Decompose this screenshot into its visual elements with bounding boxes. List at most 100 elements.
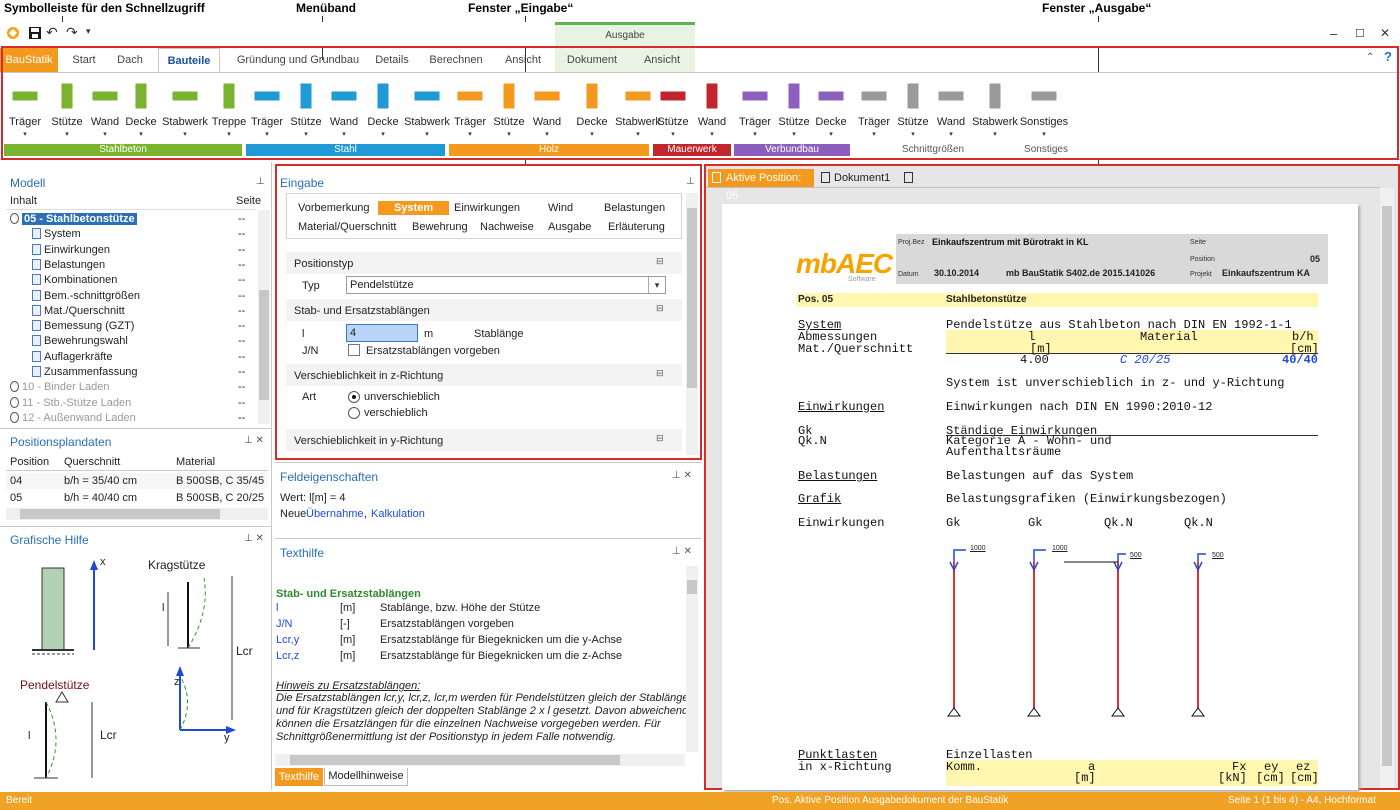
nav-einwirkungen[interactable]: Einwirkungen (454, 202, 520, 214)
chevron-down-icon: ▾ (425, 131, 429, 138)
hint-text: Die Ersatzstablängen lcr,y, lcr,z, lcr,m… (276, 692, 695, 704)
jn-checkbox[interactable] (348, 344, 360, 356)
ribbon-button-decke[interactable]: Decke ▾ (364, 78, 402, 138)
app-logo-icon[interactable] (6, 26, 20, 40)
tab-aktive-position[interactable]: Aktive Position: 05 (708, 169, 814, 202)
pin-icon[interactable]: ⊥ ✕ (244, 435, 264, 446)
tree-item[interactable]: Zusammenfassung (32, 365, 138, 380)
radio-unverschieblich[interactable] (348, 391, 360, 403)
new-document-icon[interactable] (904, 172, 913, 183)
collapse-ribbon-icon[interactable]: ⌃ (1366, 52, 1374, 63)
ribbon-button-stabwerk[interactable]: Stabwerk ▾ (160, 78, 210, 138)
ribbon-button-sonstiges[interactable]: Sonstiges ▾ (1018, 78, 1070, 138)
ribbon-button-träger[interactable]: Träger ▾ (734, 78, 776, 138)
chevron-down-icon: ▾ (342, 131, 346, 138)
tree-item[interactable]: 10 - Binder Laden (10, 380, 109, 395)
tab-baustatik[interactable]: BauStatik (0, 48, 58, 72)
ribbon-button-träger[interactable]: Träger ▾ (852, 78, 896, 138)
tree-item[interactable]: Bewehrungswahl (32, 334, 128, 349)
tree-item[interactable]: Einwirkungen (32, 243, 110, 258)
nav-ausgabe[interactable]: Ausgabe (548, 221, 591, 233)
ribbon-button-stütze[interactable]: Stütze ▾ (776, 78, 812, 138)
tree-item[interactable]: Bemessung (GZT) (32, 319, 134, 334)
close-button[interactable]: ✕ (1380, 26, 1390, 40)
tree-item[interactable]: Mat./Querschnitt (32, 304, 125, 319)
stütze-icon (53, 82, 81, 110)
texthilfe-scroll-thumb[interactable] (687, 580, 697, 594)
ribbon-button-decke[interactable]: Decke ▾ (567, 78, 617, 138)
pin-icon[interactable]: ⊥ ✕ (672, 470, 692, 481)
tree-item[interactable]: Auflagerkräfte (32, 350, 112, 365)
nav-wind[interactable]: Wind (548, 202, 573, 214)
nav-erläuterung[interactable]: Erläuterung (608, 221, 665, 233)
eingabe-scroll-thumb[interactable] (687, 208, 697, 388)
pin-icon[interactable]: ⊥ (686, 176, 695, 187)
ribbon-button-träger[interactable]: Träger ▾ (246, 78, 288, 138)
collapse-icon[interactable]: ⊟ (656, 433, 664, 444)
collapse-icon[interactable]: ⊟ (656, 368, 664, 379)
ribbon-button-stabwerk[interactable]: Stabwerk ▾ (972, 78, 1018, 138)
collapse-icon[interactable]: ⊟ (656, 303, 664, 314)
nav-nachweise[interactable]: Nachweise (480, 221, 534, 233)
nav-bewehrung[interactable]: Bewehrung (412, 221, 468, 233)
tab-gruendung[interactable]: Gründung und Grundbau (228, 48, 368, 72)
nav-vorbemerkung[interactable]: Vorbemerkung (298, 202, 370, 214)
ribbon-button-stütze[interactable]: Stütze ▾ (46, 78, 88, 138)
opt-unverschieblich: unverschieblich (364, 391, 440, 403)
tab-bauteile[interactable]: Bauteile (158, 48, 220, 72)
save-icon[interactable] (28, 26, 42, 40)
customize-quick-access-icon[interactable]: ▾ (86, 26, 91, 37)
redo-icon[interactable]: ↷ (66, 24, 78, 41)
ribbon-button-decke[interactable]: Decke ▾ (122, 78, 160, 138)
tree-item[interactable]: 05 - Stahlbetonstütze (10, 212, 137, 227)
ribbon-button-stütze[interactable]: Stütze ▾ (288, 78, 324, 138)
tree-item[interactable]: System (32, 227, 81, 242)
tab-ansicht[interactable]: Ansicht (498, 48, 548, 72)
nav-belastungen[interactable]: Belastungen (604, 202, 665, 214)
tab-modellhinweise[interactable]: Modellhinweise (324, 768, 408, 786)
ribbon-button-wand[interactable]: Wand ▾ (88, 78, 122, 138)
tab-dokument[interactable]: Dokument (560, 48, 624, 72)
ausgabe-scroll-thumb[interactable] (1382, 206, 1392, 766)
minimize-button[interactable]: – (1330, 26, 1337, 41)
undo-icon[interactable]: ↶ (46, 24, 58, 41)
ribbon-button-stütze[interactable]: Stütze ▾ (491, 78, 527, 138)
help-icon[interactable]: ? (1384, 49, 1392, 64)
tab-ansicht-2[interactable]: Ansicht (634, 48, 690, 72)
ribbon-button-träger[interactable]: Träger ▾ (4, 78, 46, 138)
ribbon-button-stütze[interactable]: Stütze ▾ (896, 78, 930, 138)
tree-item[interactable]: Bem.-schnittgrößen (32, 289, 140, 304)
uebernahme-link[interactable]: Übernahme (306, 508, 363, 520)
ribbon-button-träger[interactable]: Träger ▾ (449, 78, 491, 138)
tab-berechnen[interactable]: Berechnen (426, 48, 486, 72)
chevron-down-icon[interactable]: ▾ (648, 277, 665, 293)
maximize-button[interactable]: ☐ (1355, 27, 1365, 40)
tab-texthilfe[interactable]: Texthilfe (275, 768, 323, 786)
tree-item[interactable]: 11 - Stb.-Stütze Laden (10, 396, 131, 411)
modell-scroll-thumb[interactable] (259, 290, 269, 400)
nav-system[interactable]: System (378, 201, 450, 215)
kalkulation-link[interactable]: Kalkulation (371, 508, 425, 520)
tab-details[interactable]: Details (372, 48, 412, 72)
nav-material-querschnitt[interactable]: Material/Querschnitt (298, 221, 396, 233)
wand-icon (533, 82, 561, 110)
ribbon-button-wand[interactable]: Wand ▾ (693, 78, 731, 138)
ribbon-button-decke[interactable]: Decke ▾ (812, 78, 850, 138)
tree-item[interactable]: 12 - Außenwand Laden (10, 411, 136, 426)
radio-verschieblich[interactable] (348, 407, 360, 419)
ribbon-button-wand[interactable]: Wand ▾ (324, 78, 364, 138)
tree-item[interactable]: Kombinationen (32, 273, 117, 288)
l-input[interactable] (346, 324, 418, 342)
tab-dach[interactable]: Dach (110, 48, 150, 72)
collapse-icon[interactable]: ⊟ (656, 256, 664, 267)
tab-start[interactable]: Start (66, 48, 102, 72)
pin-icon[interactable]: ⊥ ✕ (244, 533, 264, 544)
ribbon-button-wand[interactable]: Wand ▾ (930, 78, 972, 138)
tree-item[interactable]: Belastungen (32, 258, 105, 273)
pin-icon[interactable]: ⊥ (256, 176, 265, 187)
ribbon-button-wand[interactable]: Wand ▾ (527, 78, 567, 138)
pp-hscroll-thumb[interactable] (20, 509, 220, 519)
ribbon-button-stütze[interactable]: Stütze ▾ (653, 78, 693, 138)
pin-icon[interactable]: ⊥ ✕ (672, 546, 692, 557)
texthilfe-hscroll-thumb[interactable] (290, 755, 620, 765)
